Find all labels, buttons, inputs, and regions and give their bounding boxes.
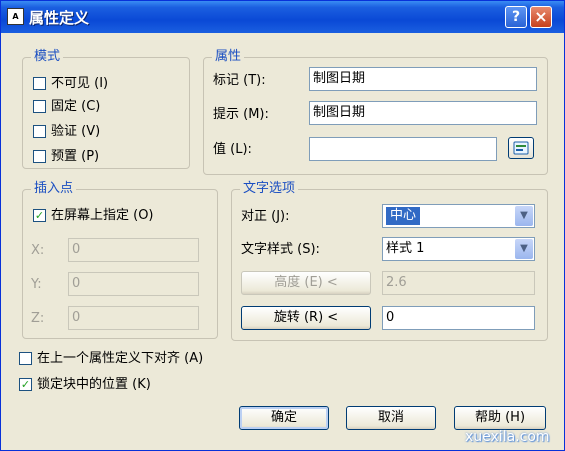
rotation-button[interactable]: 旋转 (R) < (241, 306, 371, 330)
check-icon: ✓ (34, 209, 45, 222)
preset-checkbox[interactable] (33, 150, 46, 163)
z-label: Z: (31, 311, 45, 326)
specify-on-screen-checkbox[interactable]: ✓ (33, 209, 46, 222)
ok-button[interactable]: 确定 (239, 406, 329, 430)
x-label: X: (31, 243, 45, 258)
close-button[interactable]: × (530, 6, 552, 28)
invisible-checkbox[interactable] (33, 77, 46, 90)
insert-field-icon (513, 141, 529, 155)
insertion-point-legend: 插入点 (31, 181, 77, 197)
lock-position-checkbox[interactable]: ✓ (19, 378, 32, 391)
verify-label[interactable]: 验证 (V) (51, 124, 100, 140)
attribute-definition-dialog: A 属性定义 ? × 模式 不可见 (I) 固定 (C) 验证 (V) 预置 (… (0, 0, 565, 451)
help-title-button[interactable]: ? (505, 6, 527, 28)
check-icon: ✓ (20, 378, 31, 391)
text-style-dropdown[interactable]: 样式 1 ▼ (382, 237, 535, 261)
y-input[interactable]: 0 (68, 272, 199, 296)
constant-label[interactable]: 固定 (C) (51, 99, 100, 115)
tag-label: 标记 (T): (213, 73, 266, 88)
justify-dropdown[interactable]: 中心 ▼ (382, 204, 535, 228)
insert-field-button[interactable] (508, 137, 534, 159)
tag-input[interactable]: 制图日期 (309, 67, 537, 91)
chevron-down-icon[interactable]: ▼ (515, 239, 533, 259)
help-button[interactable]: 帮助 (H) (454, 406, 546, 430)
z-input[interactable]: 0 (68, 306, 199, 330)
value-label: 值 (L): (213, 142, 252, 157)
mode-legend: 模式 (31, 49, 64, 65)
verify-checkbox[interactable] (33, 125, 46, 138)
attribute-legend: 属性 (212, 49, 245, 65)
preset-label[interactable]: 预置 (P) (51, 149, 99, 165)
y-label: Y: (31, 277, 42, 292)
x-input[interactable]: 0 (68, 238, 199, 262)
window-title: 属性定义 (29, 9, 90, 27)
justify-label: 对正 (J): (241, 209, 290, 224)
text-options-legend: 文字选项 (240, 181, 299, 197)
lock-position-label[interactable]: 锁定块中的位置 (K) (37, 377, 151, 393)
value-input[interactable] (309, 137, 497, 161)
text-style-value: 样式 1 (386, 241, 425, 256)
invisible-label[interactable]: 不可见 (I) (51, 76, 108, 92)
align-below-previous-label[interactable]: 在上一个属性定义下对齐 (A) (37, 351, 203, 367)
justify-value: 中心 (386, 207, 421, 225)
prompt-input[interactable]: 制图日期 (309, 101, 537, 125)
align-below-previous-checkbox[interactable] (19, 352, 32, 365)
autocad-app-icon: A (7, 8, 24, 25)
mode-group: 模式 (22, 49, 190, 169)
title-bar[interactable]: A 属性定义 ? × (1, 1, 564, 33)
cancel-button[interactable]: 取消 (346, 406, 436, 430)
rotation-input[interactable]: 0 (382, 306, 535, 330)
text-style-label: 文字样式 (S): (241, 242, 320, 257)
watermark: xuexila.com (465, 429, 550, 445)
height-button[interactable]: 高度 (E) < (241, 271, 371, 295)
specify-on-screen-label[interactable]: 在屏幕上指定 (O) (51, 208, 154, 224)
chevron-down-icon[interactable]: ▼ (515, 206, 533, 226)
constant-checkbox[interactable] (33, 100, 46, 113)
height-input[interactable]: 2.6 (382, 271, 535, 295)
prompt-label: 提示 (M): (213, 107, 269, 122)
